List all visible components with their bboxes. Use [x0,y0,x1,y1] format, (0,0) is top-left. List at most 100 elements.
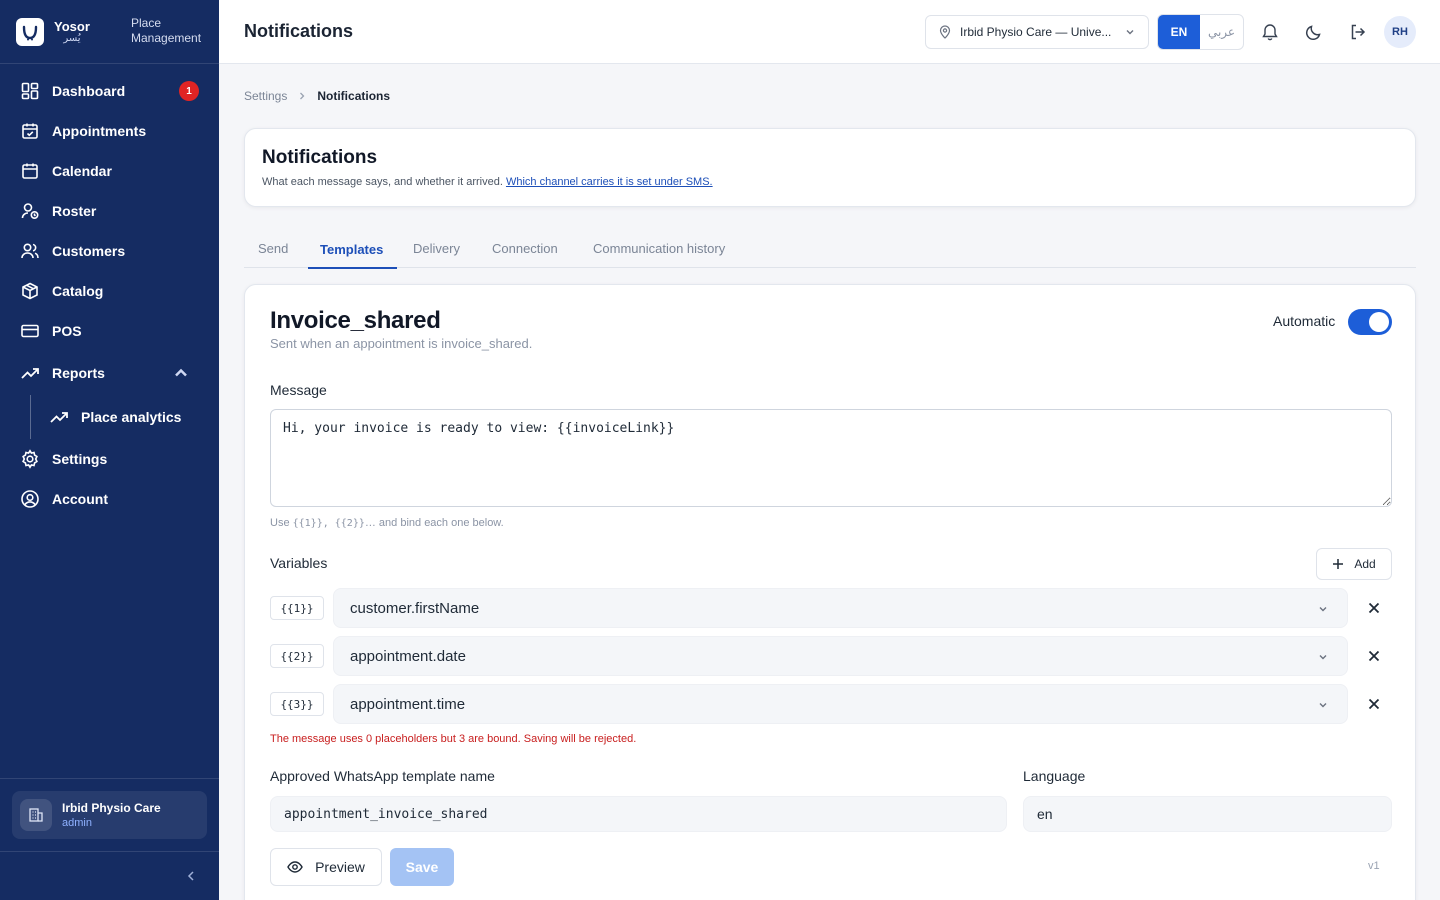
sidebar-item-dashboard[interactable]: Dashboard 1 [0,71,219,111]
place-selector-value: Irbid Physio Care — Unive... [960,25,1112,39]
calendar-icon [22,163,38,179]
sms-settings-link[interactable]: Which channel carries it is set under SM… [506,176,713,188]
language-label: Language [1023,768,1086,784]
trending-up-icon [50,412,68,423]
automatic-toggle[interactable] [1348,309,1392,335]
sidebar-item-reports[interactable]: Reports [0,351,219,395]
topbar: Notifications Irbid Physio Care — Unive.… [219,0,1440,64]
variable-row: {{3}} appointment.time [270,684,1392,724]
users-icon [21,243,39,259]
brand[interactable]: Yosor يُسر Place Management [0,0,219,64]
bell-icon[interactable] [1260,22,1280,42]
sidebar-item-label: POS [52,323,82,339]
sidebar-divider [0,851,219,852]
current-place-card[interactable]: Irbid Physio Care admin [12,791,207,839]
variables-label: Variables [270,555,328,571]
tab-templates[interactable]: Templates [308,242,398,269]
chevron-down-icon [1319,703,1327,708]
language-input[interactable]: en [1023,796,1392,832]
save-button[interactable]: Save [390,848,454,886]
sidebar-item-appointments[interactable]: Appointments [0,111,219,151]
gear-icon [22,449,38,469]
tab-communication-history[interactable]: Communication history [593,241,725,267]
sidebar-item-place-analytics[interactable]: Place analytics [0,395,219,439]
message-label: Message [270,382,327,398]
breadcrumb: Settings Notifications [244,89,390,103]
tab-delivery[interactable]: Delivery [413,241,460,267]
sidebar-item-label: Calendar [52,163,112,179]
chevron-up-icon[interactable] [171,363,191,383]
sidebar-item-customers[interactable]: Customers [0,231,219,271]
sidebar-nav: Dashboard 1 Appointments Calendar Roster… [0,64,219,519]
remove-variable-icon[interactable] [1366,696,1382,712]
add-variable-button[interactable]: Add [1316,548,1392,580]
lang-en-button[interactable]: EN [1158,15,1200,49]
sidebar-item-settings[interactable]: Settings [0,439,219,479]
hint-text: … and bind each one below. [364,517,504,529]
sidebar-item-label: Appointments [52,123,147,139]
yosor-logo-icon [16,17,44,46]
sidebar-item-pos[interactable]: POS [0,311,219,351]
message-textarea[interactable] [270,409,1392,507]
plus-icon [1333,559,1344,569]
sidebar-item-label: Account [52,491,108,507]
description-text: What each message says, and whether it a… [262,176,503,188]
brand-subtitle: Place Management [131,16,201,46]
tab-send[interactable]: Send [258,241,288,267]
chevron-down-icon [1319,655,1327,660]
place-selector[interactable]: Irbid Physio Care — Unive... [925,15,1149,49]
whatsapp-template-input[interactable]: appointment_invoice_shared [270,796,1007,832]
dashboard-icon [21,82,39,100]
sidebar-item-roster[interactable]: Roster [0,191,219,231]
brand-name-arabic: يُسر [63,32,81,44]
sidebar-item-label: Roster [52,203,97,219]
sidebar-item-label: Dashboard [52,83,126,99]
brand-subtitle-line1: Place [131,16,162,30]
logout-icon[interactable] [1348,22,1368,42]
avatar[interactable]: RH [1384,16,1416,48]
user-clock-icon [21,203,39,220]
place-role: admin [62,817,92,829]
remove-variable-icon[interactable] [1366,600,1382,616]
moon-icon[interactable] [1304,22,1324,42]
notifications-header-card: Notifications What each message says, an… [244,128,1416,207]
whatsapp-template-label: Approved WhatsApp template name [270,768,495,784]
calendar-check-icon [22,123,38,139]
box-icon [22,282,38,300]
hint-code: {{1}}, {{2}} [292,518,365,529]
building-icon [20,799,52,831]
variable-binding-select[interactable]: appointment.date [333,636,1348,676]
trending-up-icon [21,368,39,379]
template-editor-card: Invoice_shared Sent when an appointment … [244,284,1416,900]
map-pin-icon [939,25,951,39]
brand-name: Yosor [54,18,90,34]
variable-tag: {{1}} [270,596,324,620]
sidebar-item-calendar[interactable]: Calendar [0,151,219,191]
collapse-sidebar-icon[interactable] [183,868,199,884]
submenu-indent-line [30,395,31,439]
language-switch: EN عربي [1157,14,1244,50]
sidebar-item-label: Place analytics [81,409,182,425]
add-label: Add [1354,557,1376,571]
tab-connection[interactable]: Connection [492,241,558,267]
lang-ar-button[interactable]: عربي [1200,15,1243,49]
chevron-down-icon [1319,607,1327,612]
variable-binding-select[interactable]: appointment.time [333,684,1348,724]
remove-variable-icon[interactable] [1366,648,1382,664]
preview-button[interactable]: Preview [270,848,382,886]
variable-tag: {{3}} [270,692,324,716]
preview-label: Preview [315,859,365,875]
sidebar-item-catalog[interactable]: Catalog [0,271,219,311]
variable-binding-value: customer.firstName [350,599,480,617]
variable-binding-select[interactable]: customer.firstName [333,588,1348,628]
variable-tag: {{2}} [270,644,324,668]
version-label: v1 [1368,860,1380,872]
breadcrumb-settings-link[interactable]: Settings [244,89,287,103]
page-title: Notifications [244,21,354,41]
breadcrumb-current: Notifications [317,89,391,103]
variable-binding-value: appointment.date [350,647,466,665]
sidebar-item-account[interactable]: Account [0,479,219,519]
variable-row: {{2}} appointment.date [270,636,1392,676]
notification-tabs: Send Templates Delivery Connection Commu… [244,232,1416,269]
user-circle-icon [21,490,39,508]
